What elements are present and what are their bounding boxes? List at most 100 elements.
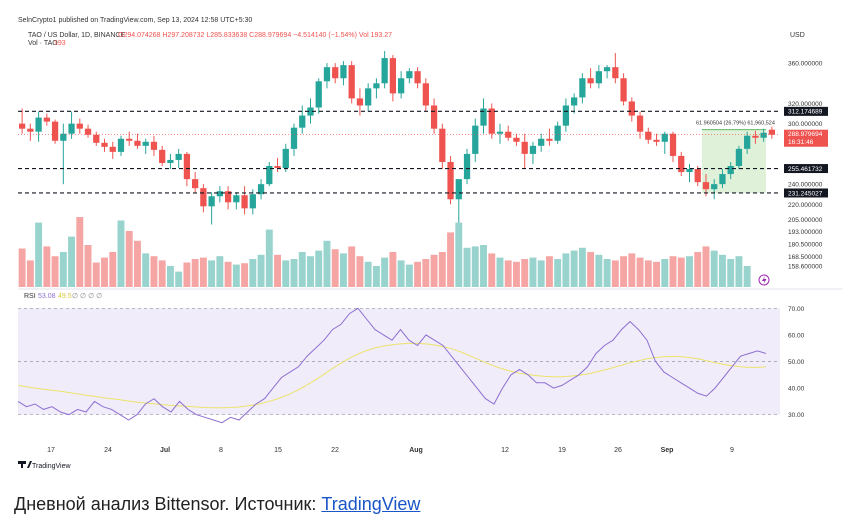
volume-value: 193 [54, 40, 66, 47]
volume-bar [35, 222, 43, 287]
candle-body [579, 78, 586, 98]
volume-bar [718, 254, 726, 287]
price-tick-label: 158.600000 [788, 264, 823, 271]
candle-body [447, 161, 454, 200]
volume-bar [134, 240, 141, 287]
candle-body [18, 123, 26, 129]
candle [463, 148, 471, 185]
time-tick-label: 9 [730, 447, 734, 454]
volume-bar [43, 246, 51, 287]
candle-body [381, 58, 388, 84]
volume-bar [595, 254, 603, 287]
price-tick-label: 168.500000 [788, 254, 823, 261]
volume-bar [422, 259, 430, 287]
candle [51, 119, 59, 144]
candle-body [68, 123, 75, 134]
candle-body [126, 138, 133, 141]
candle-body [587, 78, 594, 84]
volume-bar [199, 257, 207, 287]
candle-body [192, 179, 199, 189]
caption-link[interactable]: TradingView [321, 494, 420, 514]
volume-bar [702, 246, 710, 287]
volume-bar [653, 261, 660, 287]
range-box-fill [701, 129, 766, 193]
candle-body [84, 128, 92, 135]
candle-body [142, 141, 149, 146]
volume-bar [562, 253, 570, 287]
price-tick-label: 205.000000 [788, 217, 823, 224]
volume-bar [521, 259, 529, 287]
time-tick-label: 22 [331, 447, 339, 454]
candle-body [496, 131, 504, 134]
candle-body [463, 153, 471, 180]
volume-bar [323, 240, 331, 287]
price-tick-label: 180.500000 [788, 242, 823, 249]
time-tick-label: Sep [661, 447, 674, 454]
volume-bar [661, 259, 669, 287]
volume-bar [529, 257, 537, 287]
volume-bar [26, 260, 34, 287]
candle-body [134, 140, 141, 146]
volume-bar [537, 260, 545, 287]
volume-bar [414, 261, 422, 287]
volume-bar [339, 253, 347, 287]
price-chart[interactable]: SelnCrypto1 published on TradingView.com… [0, 0, 842, 480]
candle-body [702, 182, 710, 190]
candle-body [35, 117, 42, 132]
candle-body [274, 165, 281, 169]
volume-bar [331, 249, 339, 287]
candle-body [760, 132, 767, 138]
volume-bar [290, 259, 298, 287]
rsi-settings-dots[interactable]: ∅ ∅ ∅ ∅ [72, 293, 102, 300]
candle-body [183, 153, 191, 180]
volume-bar [488, 253, 496, 287]
volume-bar [694, 252, 702, 287]
volume-bar [84, 245, 92, 287]
time-tick-label: 26 [614, 447, 622, 454]
volume-bar [224, 261, 232, 287]
candle-body [76, 123, 83, 129]
volume-bar [669, 256, 677, 287]
time-tick-label: Jul [160, 447, 170, 454]
alert-icon[interactable] [758, 274, 770, 286]
candle-body [455, 179, 462, 200]
volume-bar [68, 236, 76, 287]
volume-bar [282, 260, 290, 287]
volume-bar [611, 260, 619, 287]
level1-tag: 312.174689 [784, 106, 828, 116]
volume-bar [315, 250, 323, 287]
volume-bar [513, 261, 520, 287]
candle-body [93, 134, 100, 143]
volume-bar [208, 260, 216, 287]
volume-bar [636, 257, 644, 287]
rsi-tick-label: 60.00 [788, 332, 805, 339]
caption: Дневной анализ Bittensor. Источник: Trad… [14, 494, 420, 515]
volume-bar [249, 259, 257, 287]
volume-bar [356, 256, 364, 287]
volume-bar [628, 253, 636, 287]
volume-bar [109, 252, 117, 287]
published-line: SelnCrypto1 published on TradingView.com… [18, 17, 252, 24]
candle-body [332, 67, 339, 79]
volume-bar [686, 256, 693, 287]
candle-body [562, 105, 570, 126]
price-tick-label: 360.000000 [788, 61, 823, 68]
currency-label: USD [790, 32, 805, 39]
candle-body [27, 128, 34, 132]
candle-body [340, 65, 347, 79]
volume-bar [620, 256, 628, 287]
volume-bar [644, 260, 652, 287]
volume-bar [405, 264, 413, 287]
rsi-tick-label: 50.00 [788, 359, 805, 366]
candle-body [735, 148, 743, 166]
time-tick-label: 8 [219, 447, 223, 454]
candle-body [175, 153, 182, 160]
candle-body [538, 138, 545, 146]
volume-bar [389, 252, 397, 287]
candle-body [109, 146, 116, 152]
candle-body [603, 67, 611, 72]
rsi-pane[interactable]: RSI 53.08 49.5 ∅ ∅ ∅ ∅ 70.00 60.00 50.00 40… [17, 293, 805, 424]
candle-body [521, 141, 528, 154]
volume-bar [727, 259, 735, 287]
candle-body [323, 67, 331, 82]
